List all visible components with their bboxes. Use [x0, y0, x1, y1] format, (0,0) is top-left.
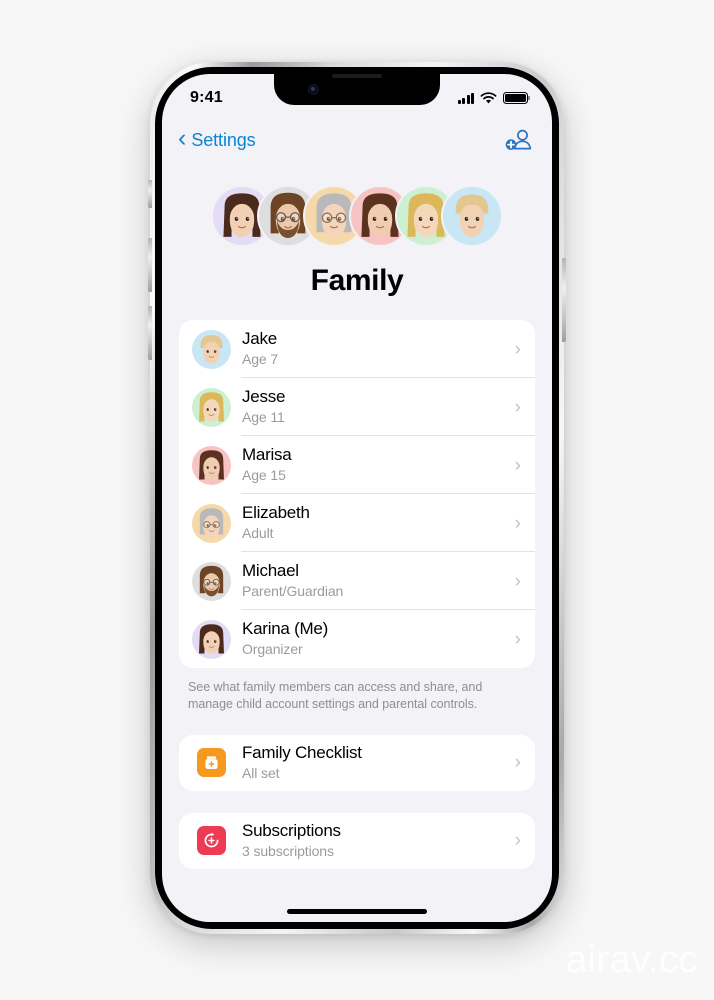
front-camera-icon	[308, 84, 319, 95]
family-checklist-row[interactable]: Family Checklist All set ›	[179, 734, 535, 791]
chevron-left-icon: ‹	[178, 124, 187, 152]
cluster-avatar-jake	[441, 185, 503, 247]
row-text: Karina (Me) Organizer	[242, 619, 507, 659]
row-text: Jake Age 7	[242, 329, 507, 369]
row-text: Michael Parent/Guardian	[242, 561, 507, 601]
subscriptions-title: Subscriptions	[242, 820, 341, 840]
member-role: Adult	[242, 525, 274, 542]
member-name: Jake	[242, 328, 277, 348]
family-avatar-cluster	[162, 184, 552, 248]
member-role: Age 7	[242, 351, 279, 368]
member-name: Elizabeth	[242, 502, 310, 522]
volume-up-button[interactable]	[148, 238, 152, 292]
page-title: Family	[310, 264, 404, 297]
speaker-grille-icon	[332, 74, 382, 78]
add-person-icon	[505, 129, 532, 150]
subscriptions-icon	[197, 826, 226, 856]
member-name: Michael	[242, 560, 299, 580]
family-checklist-subtitle: All set	[242, 765, 280, 781]
family-checklist-title: Family Checklist	[242, 742, 362, 762]
avatar	[192, 329, 231, 369]
chevron-right-icon: ›	[514, 752, 521, 774]
row-text: Marisa Age 15	[242, 445, 507, 485]
battery-full-icon	[503, 92, 531, 104]
add-person-button[interactable]	[505, 129, 532, 152]
row-text: Subscriptions 3 subscriptions	[242, 821, 507, 861]
navigation-bar: ‹ Settings	[162, 118, 552, 162]
family-checklist-card: Family Checklist All set ›	[179, 734, 535, 791]
family-member-row[interactable]: Marisa Age 15 ›	[179, 436, 535, 494]
chevron-right-icon: ›	[514, 454, 521, 476]
avatar	[192, 387, 231, 427]
notch	[274, 74, 440, 105]
row-text: Family Checklist All set	[242, 743, 507, 783]
chevron-right-icon: ›	[514, 570, 521, 592]
family-members-list: Jake Age 7 › Jesse Age 11 › Marisa Age 1…	[179, 320, 535, 668]
chevron-right-icon: ›	[514, 338, 521, 360]
family-member-row[interactable]: Jake Age 7 ›	[179, 320, 535, 378]
volume-down-button[interactable]	[148, 306, 152, 360]
chevron-right-icon: ›	[514, 512, 521, 534]
back-to-settings-button[interactable]: ‹ Settings	[178, 124, 256, 152]
phone-screen: 9:41 ‹ Settings Family Jake Age 7 › Jess…	[162, 74, 552, 922]
family-member-row[interactable]: Elizabeth Adult ›	[179, 494, 535, 552]
member-name: Jesse	[242, 386, 286, 406]
family-member-row[interactable]: Jesse Age 11 ›	[179, 378, 535, 436]
settings-content: Family Jake Age 7 › Jesse Age 11 › Maris…	[162, 162, 552, 922]
subscriptions-row[interactable]: Subscriptions 3 subscriptions ›	[179, 812, 535, 869]
subscriptions-subtitle: 3 subscriptions	[242, 843, 334, 859]
family-footer-note: See what family members can access and s…	[188, 680, 483, 711]
status-time: 9:41	[190, 89, 223, 106]
member-role: Organizer	[242, 641, 303, 658]
back-button-label: Settings	[191, 129, 256, 150]
wifi-icon	[480, 91, 497, 103]
avatar	[192, 503, 231, 543]
family-member-row[interactable]: Karina (Me) Organizer ›	[179, 610, 535, 668]
status-indicators	[457, 91, 531, 105]
family-checklist-icon	[197, 748, 226, 778]
member-role: Parent/Guardian	[242, 583, 344, 600]
side-power-button[interactable]	[562, 258, 566, 342]
iphone-device-frame: 9:41 ‹ Settings Family Jake Age 7 › Jess…	[148, 62, 566, 934]
chevron-right-icon: ›	[514, 628, 521, 650]
signal-bars-icon	[457, 92, 474, 104]
row-text: Elizabeth Adult	[242, 503, 507, 543]
subscriptions-card: Subscriptions 3 subscriptions ›	[179, 812, 535, 869]
avatar	[192, 445, 231, 485]
member-name: Karina (Me)	[242, 618, 329, 638]
member-role: Age 15	[242, 467, 286, 484]
avatar	[192, 561, 231, 601]
member-role: Age 11	[242, 409, 285, 426]
chevron-right-icon: ›	[514, 830, 521, 852]
chevron-right-icon: ›	[514, 396, 521, 418]
row-text: Jesse Age 11	[242, 387, 507, 427]
silent-switch[interactable]	[148, 180, 152, 208]
member-name: Marisa	[242, 444, 292, 464]
site-watermark: airav.cc	[565, 939, 698, 981]
home-indicator[interactable]	[287, 909, 427, 914]
family-member-row[interactable]: Michael Parent/Guardian ›	[179, 552, 535, 610]
avatar	[192, 619, 231, 659]
